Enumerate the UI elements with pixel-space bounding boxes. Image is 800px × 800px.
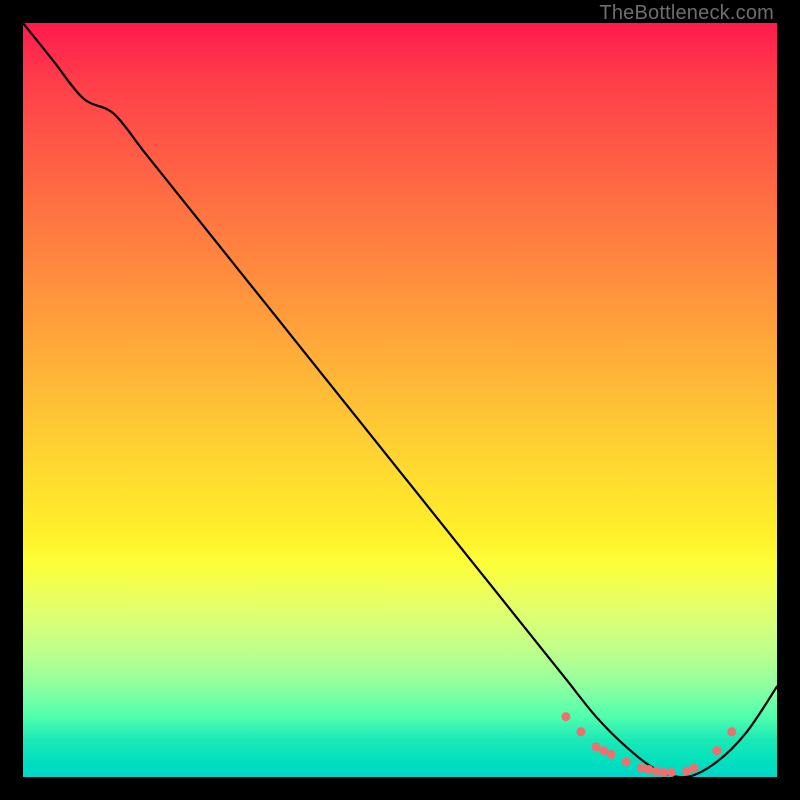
chart-stage: TheBottleneck.com [0,0,800,800]
marker-dot [637,763,646,772]
marker-dot [644,765,653,774]
marker-dot [576,727,585,736]
marker-dot [652,766,661,775]
curve-layer [23,23,777,777]
plot-area [23,23,777,777]
bottleneck-curve-path [23,23,777,777]
marker-dot [667,768,676,777]
marker-dot [561,712,570,721]
marker-dot [727,727,736,736]
credit-watermark: TheBottleneck.com [599,2,774,25]
marker-dot [622,757,631,766]
marker-dot [712,746,721,755]
marker-dot [607,750,616,759]
marker-dot [690,763,699,772]
